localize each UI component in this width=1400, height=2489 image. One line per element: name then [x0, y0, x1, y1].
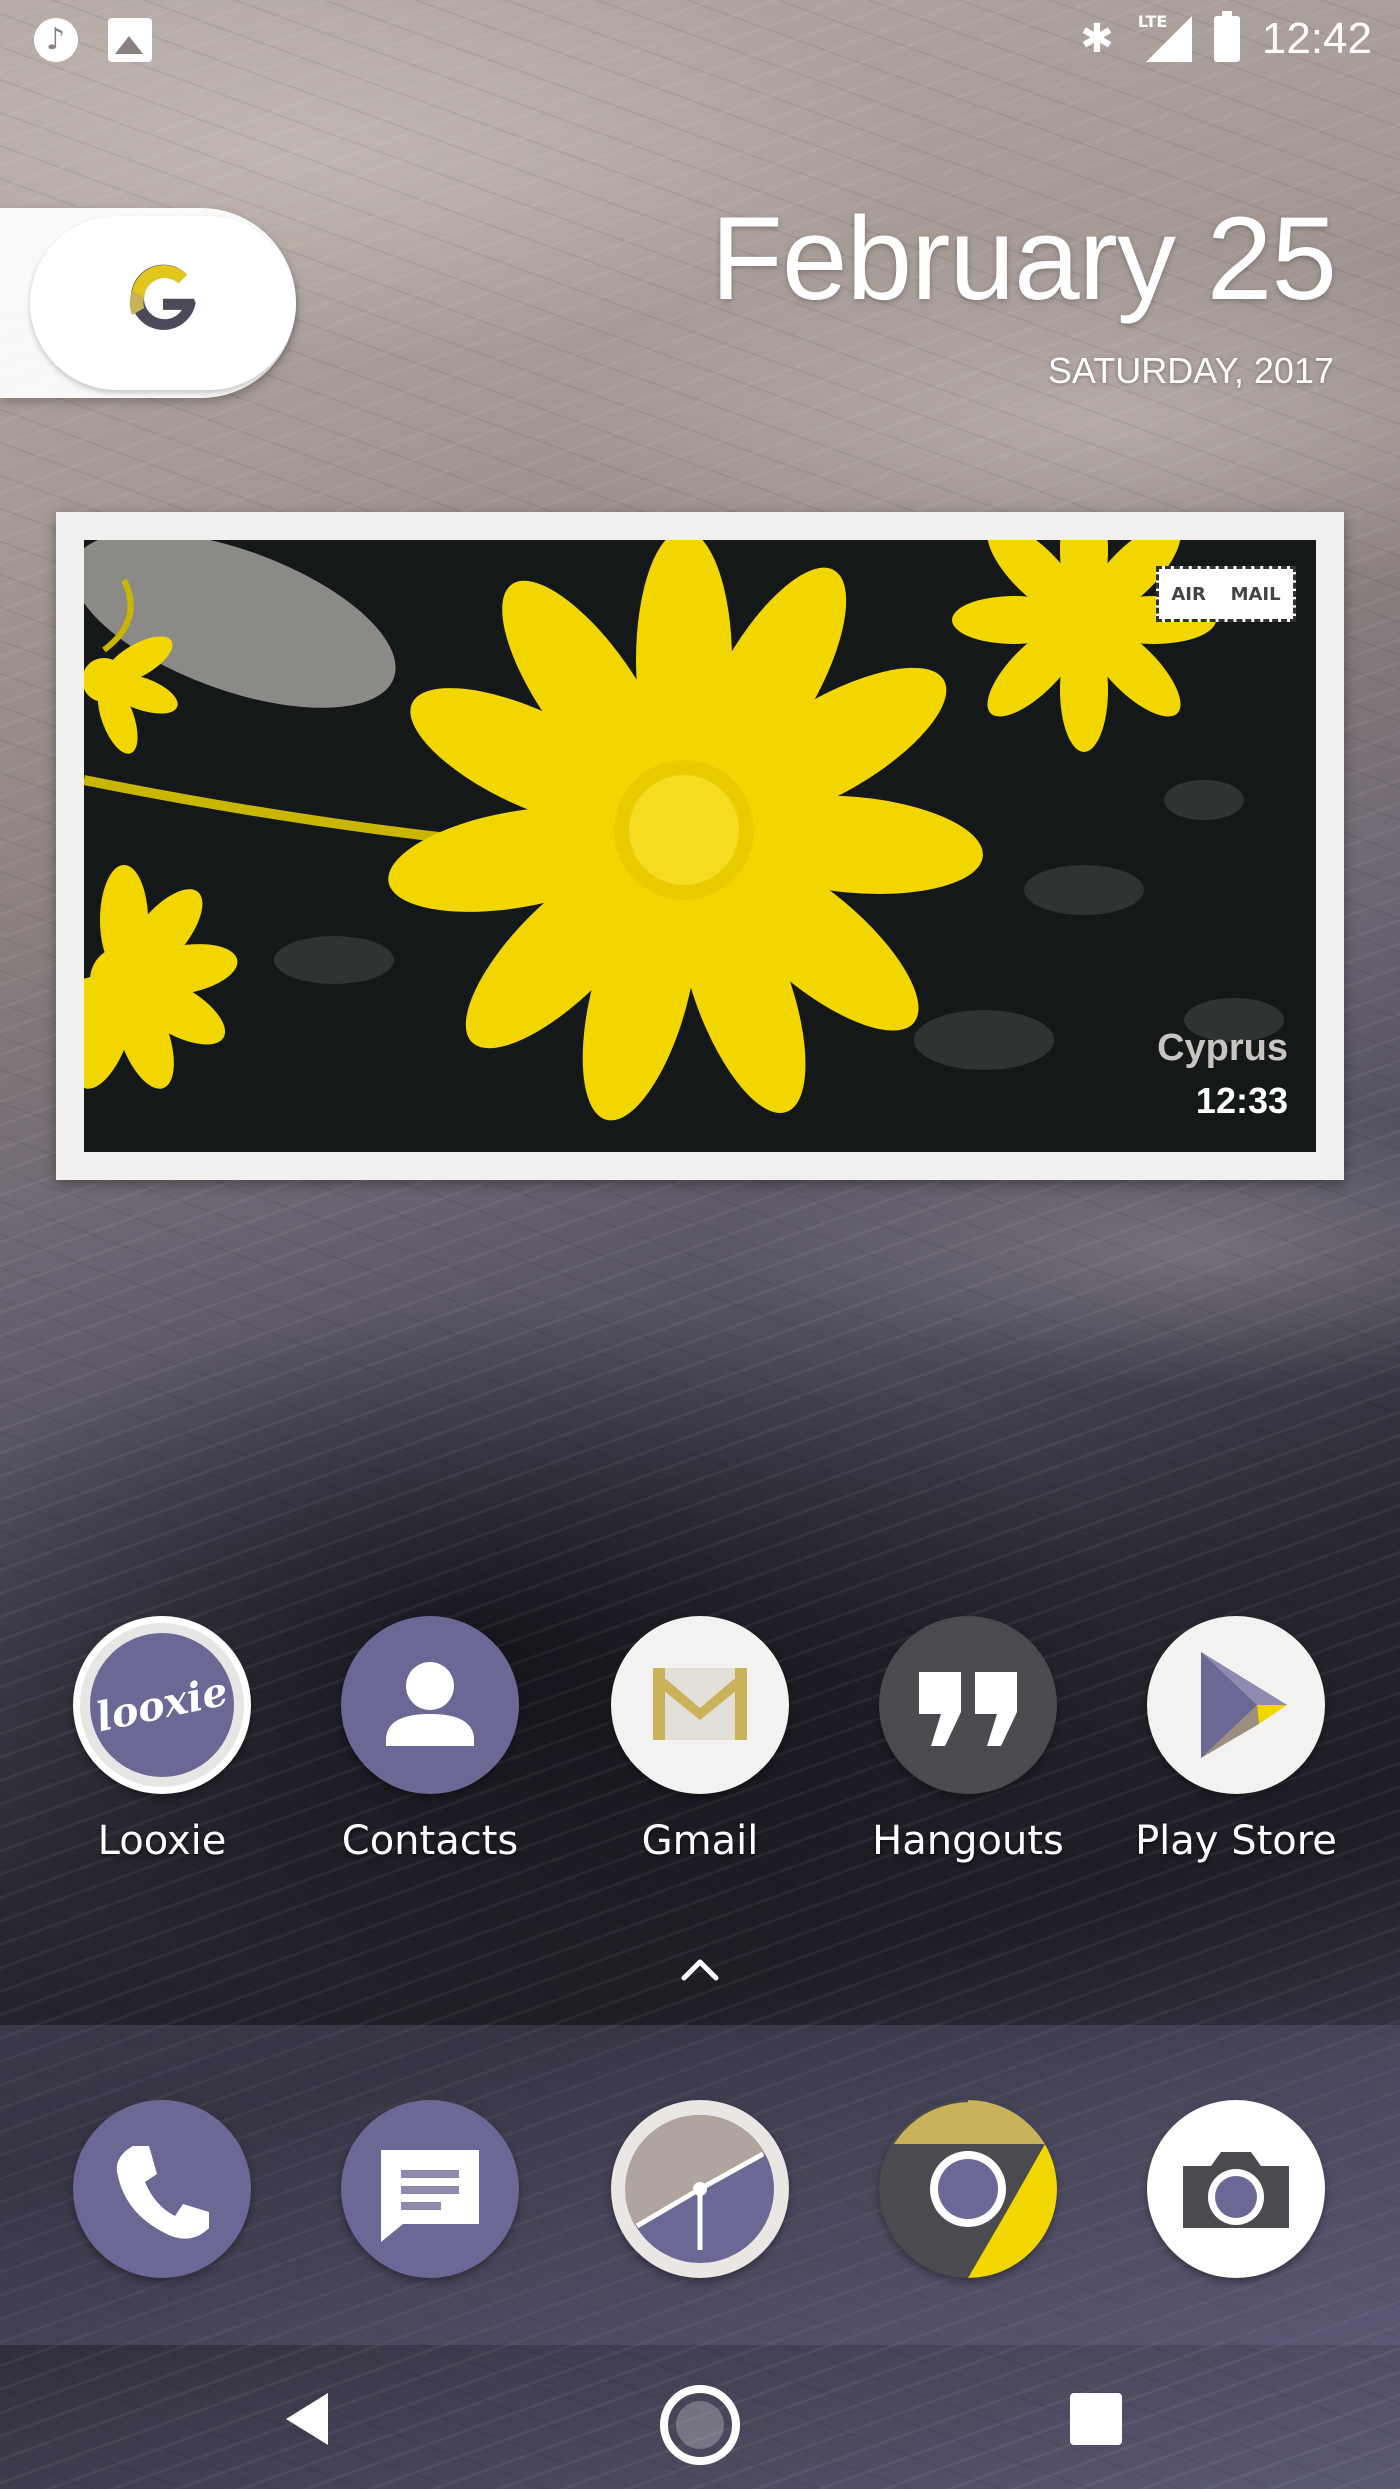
navigation-bar	[0, 2345, 1400, 2489]
dock-chrome[interactable]	[858, 2100, 1078, 2278]
app-label-hangouts: Hangouts	[872, 1818, 1064, 1864]
music-icon	[34, 18, 78, 62]
battery-icon	[1213, 11, 1240, 62]
back-icon[interactable]	[280, 2389, 336, 2449]
app-looxie[interactable]: looxie Looxie	[52, 1616, 272, 1864]
date-widget-date[interactable]: February 25	[711, 200, 1337, 318]
chrome-icon	[879, 2100, 1057, 2278]
home-icon[interactable]	[660, 2385, 740, 2465]
dock-phone[interactable]	[52, 2100, 272, 2278]
play-store-icon	[1147, 1616, 1325, 1794]
app-hangouts[interactable]: Hangouts	[858, 1616, 1078, 1864]
google-search-widget[interactable]	[0, 208, 296, 398]
bluetooth-icon: ✱	[1080, 16, 1114, 62]
status-bar: ✱ LTE 12:42	[0, 0, 1400, 80]
clock-icon	[611, 2100, 789, 2278]
google-icon	[129, 264, 196, 330]
dock-camera[interactable]	[1126, 2100, 1346, 2278]
looxie-icon: looxie	[73, 1616, 251, 1794]
phone-icon	[73, 2100, 251, 2278]
image-icon	[108, 18, 152, 62]
photo-time: 12:33	[1195, 1080, 1288, 1121]
hangouts-icon	[879, 1616, 1057, 1794]
app-contacts[interactable]: Contacts	[320, 1616, 540, 1864]
gmail-icon	[611, 1616, 789, 1794]
photo-location: Cyprus	[1157, 1027, 1288, 1069]
app-gmail[interactable]: Gmail	[590, 1616, 810, 1864]
camera-icon	[1147, 2100, 1325, 2278]
date-widget-weekday[interactable]: SATURDAY, 2017	[1048, 350, 1334, 392]
stamp-air-text: AIR	[1171, 583, 1206, 605]
messages-icon	[341, 2100, 519, 2278]
contacts-icon	[341, 1616, 519, 1794]
dock-messages[interactable]	[320, 2100, 540, 2278]
status-clock: 12:42	[1261, 14, 1372, 63]
app-label-contacts: Contacts	[341, 1818, 519, 1864]
dock-clock[interactable]	[590, 2100, 810, 2278]
chevron-up-icon[interactable]	[680, 1950, 720, 1990]
app-label-play-store: Play Store	[1135, 1818, 1337, 1864]
app-label-gmail: Gmail	[641, 1818, 759, 1864]
stamp-mail-text: MAIL	[1230, 583, 1281, 605]
airmail-stamp: AIR MAIL	[1156, 566, 1296, 622]
recents-icon[interactable]	[1070, 2393, 1122, 2445]
flower-photo: AIR MAIL Cyprus 12:33	[84, 540, 1316, 1152]
photo-widget[interactable]: AIR MAIL Cyprus 12:33	[56, 512, 1344, 1180]
signal-icon: LTE	[1136, 12, 1192, 62]
app-play-store[interactable]: Play Store	[1126, 1616, 1346, 1864]
app-label-looxie: Looxie	[97, 1818, 227, 1864]
